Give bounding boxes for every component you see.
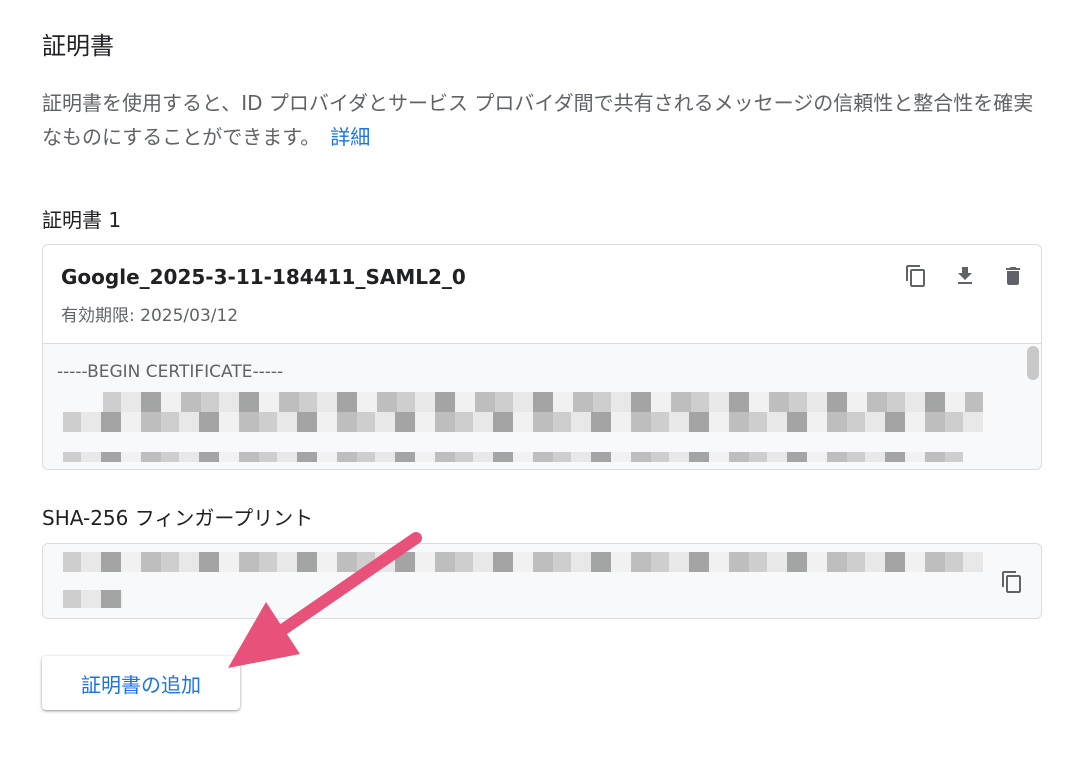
details-link[interactable]: 詳細 [330,125,370,149]
certificate-expiry: 有効期限: 2025/03/12 [61,306,239,326]
delete-certificate-button[interactable] [1000,263,1026,289]
sha256-fingerprint-box [42,543,1042,619]
delete-icon [1006,267,1020,285]
download-icon [958,267,972,284]
certificate-begin-text: -----BEGIN CERTIFICATE----- [57,362,284,382]
section-description: 証明書を使用すると、ID プロバイダとサービス プロバイダ間で共有されるメッセー… [42,86,1047,154]
certificate-content: -----BEGIN CERTIFICATE----- [43,343,1041,469]
copy-fingerprint-button[interactable] [999,569,1025,595]
certificate-card: Google_2025-3-11-184411_SAML2_0 有効期限: 20… [42,244,1042,470]
annotation-arrow [228,532,422,668]
description-text: 証明書を使用すると、ID プロバイダとサービス プロバイダ間で共有されるメッセー… [42,91,1034,149]
copy-icon [906,265,925,287]
copy-icon [1002,571,1021,593]
certificate-name: Google_2025-3-11-184411_SAML2_0 [61,265,466,289]
add-certificate-button[interactable]: 証明書の追加 [42,656,240,710]
redacted-certificate-line [63,452,963,462]
redacted-certificate-line [103,392,983,412]
certificate-label: 証明書 1 [42,208,122,232]
redacted-fingerprint [63,552,983,572]
copy-certificate-button[interactable] [903,263,929,289]
section-title: 証明書 [42,32,114,60]
redacted-certificate-line [63,412,983,432]
download-certificate-button[interactable] [952,263,978,289]
redacted-fingerprint [63,590,123,608]
certificate-scrollbar[interactable] [1027,346,1039,380]
